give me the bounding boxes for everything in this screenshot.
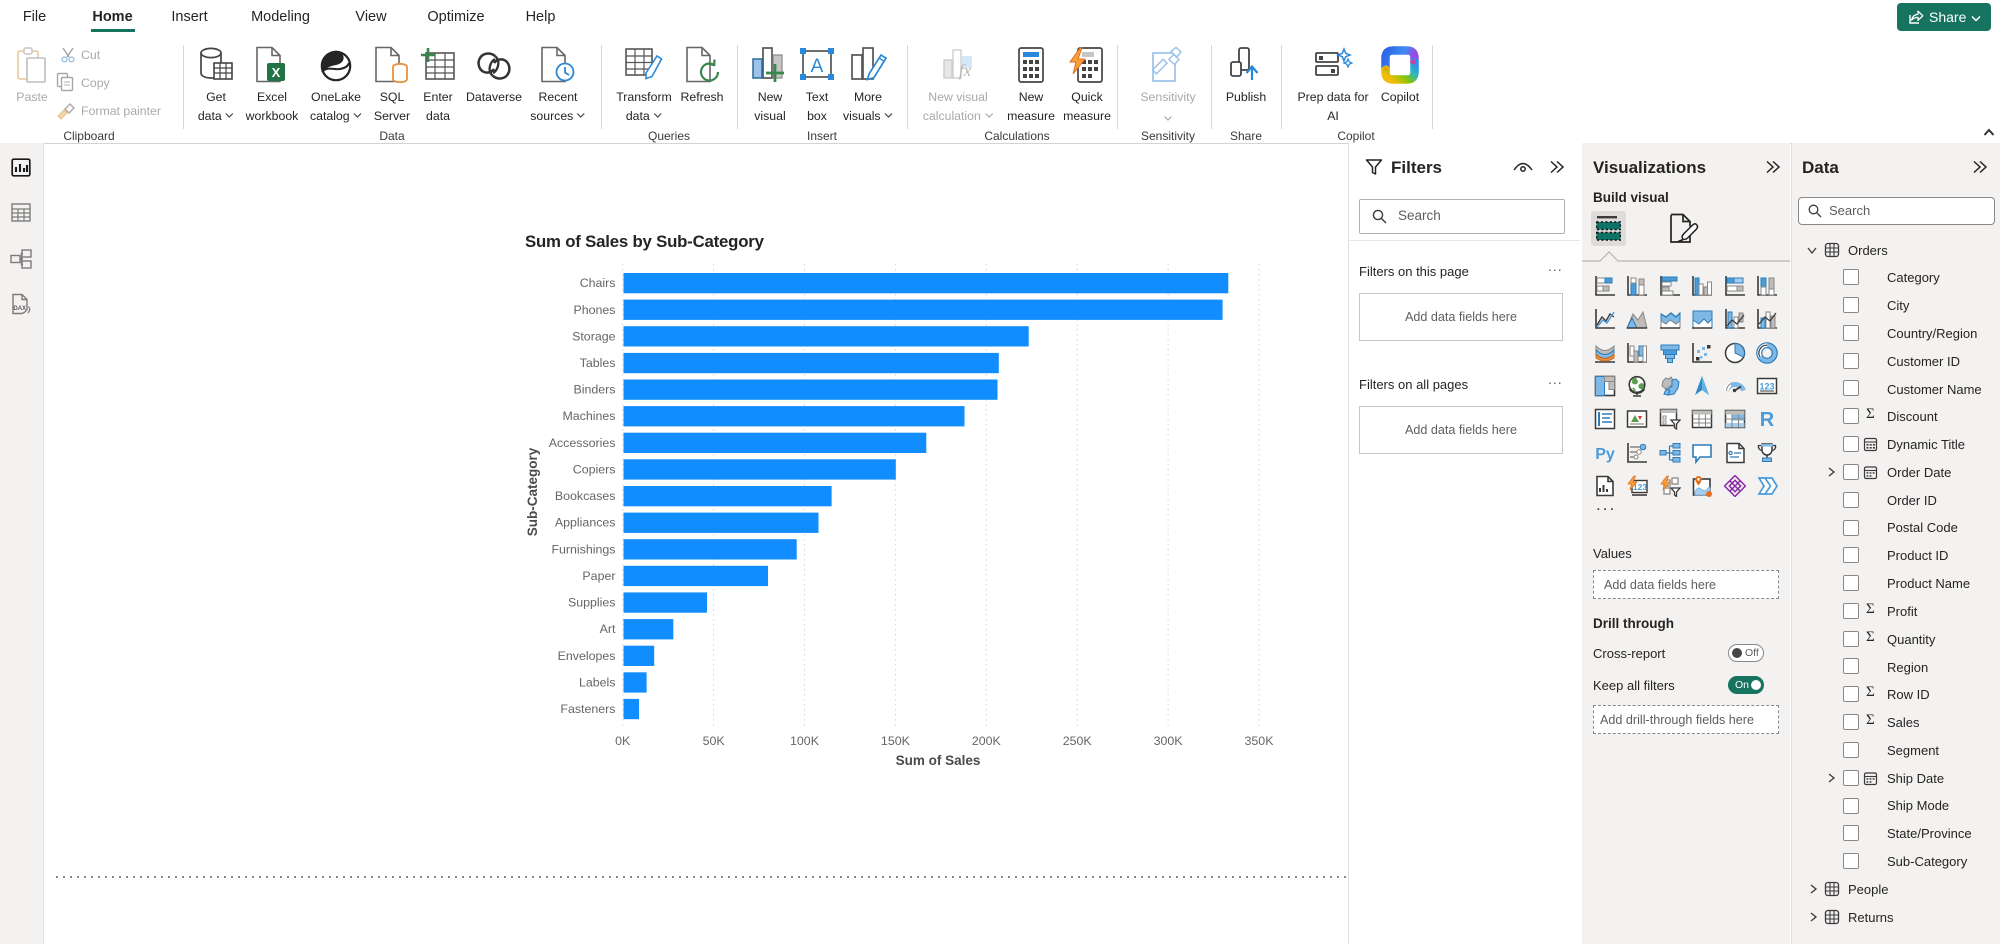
svg-text:Copiers: Copiers	[573, 463, 616, 477]
svg-text:Labels: Labels	[579, 675, 616, 689]
svg-text:123: 123	[1759, 382, 1774, 392]
svg-text:Fasteners: Fasteners	[560, 702, 615, 716]
svg-text:Binders: Binders	[573, 383, 615, 397]
svg-text:Supplies: Supplies	[568, 596, 616, 610]
svg-text:Py: Py	[1595, 446, 1615, 463]
svg-text:Envelopes: Envelopes	[558, 649, 616, 663]
svg-text:Sum of Sales: Sum of Sales	[896, 753, 981, 768]
svg-text:Art: Art	[600, 622, 616, 636]
svg-text:Sum of Sales by Sub-Category: Sum of Sales by Sub-Category	[525, 232, 765, 251]
svg-text:A: A	[811, 56, 824, 77]
svg-text:250K: 250K	[1063, 734, 1093, 748]
svg-text:DAX: DAX	[13, 306, 26, 312]
svg-text:fx: fx	[959, 61, 972, 80]
svg-text:50K: 50K	[703, 734, 726, 748]
svg-text:Phones: Phones	[573, 303, 615, 317]
svg-text:Sub-Category: Sub-Category	[525, 447, 540, 536]
svg-text:150K: 150K	[881, 734, 911, 748]
svg-text:Chairs: Chairs	[580, 276, 616, 290]
svg-text:350K: 350K	[1245, 734, 1275, 748]
svg-text:Bookcases: Bookcases	[555, 489, 616, 503]
svg-text:0K: 0K	[615, 734, 631, 748]
svg-text:Storage: Storage	[572, 329, 616, 343]
svg-text:R: R	[1760, 409, 1775, 430]
svg-text:Tables: Tables	[580, 356, 616, 370]
svg-text:Accessories: Accessories	[549, 436, 616, 450]
svg-text:Appliances: Appliances	[555, 516, 616, 530]
svg-text:Furnishings: Furnishings	[551, 542, 615, 556]
svg-text:Paper: Paper	[582, 569, 615, 583]
svg-text:100K: 100K	[790, 734, 820, 748]
svg-text:300K: 300K	[1154, 734, 1184, 748]
svg-text:X: X	[272, 65, 281, 80]
svg-text:200K: 200K	[972, 734, 1002, 748]
svg-text:Machines: Machines	[562, 409, 615, 423]
